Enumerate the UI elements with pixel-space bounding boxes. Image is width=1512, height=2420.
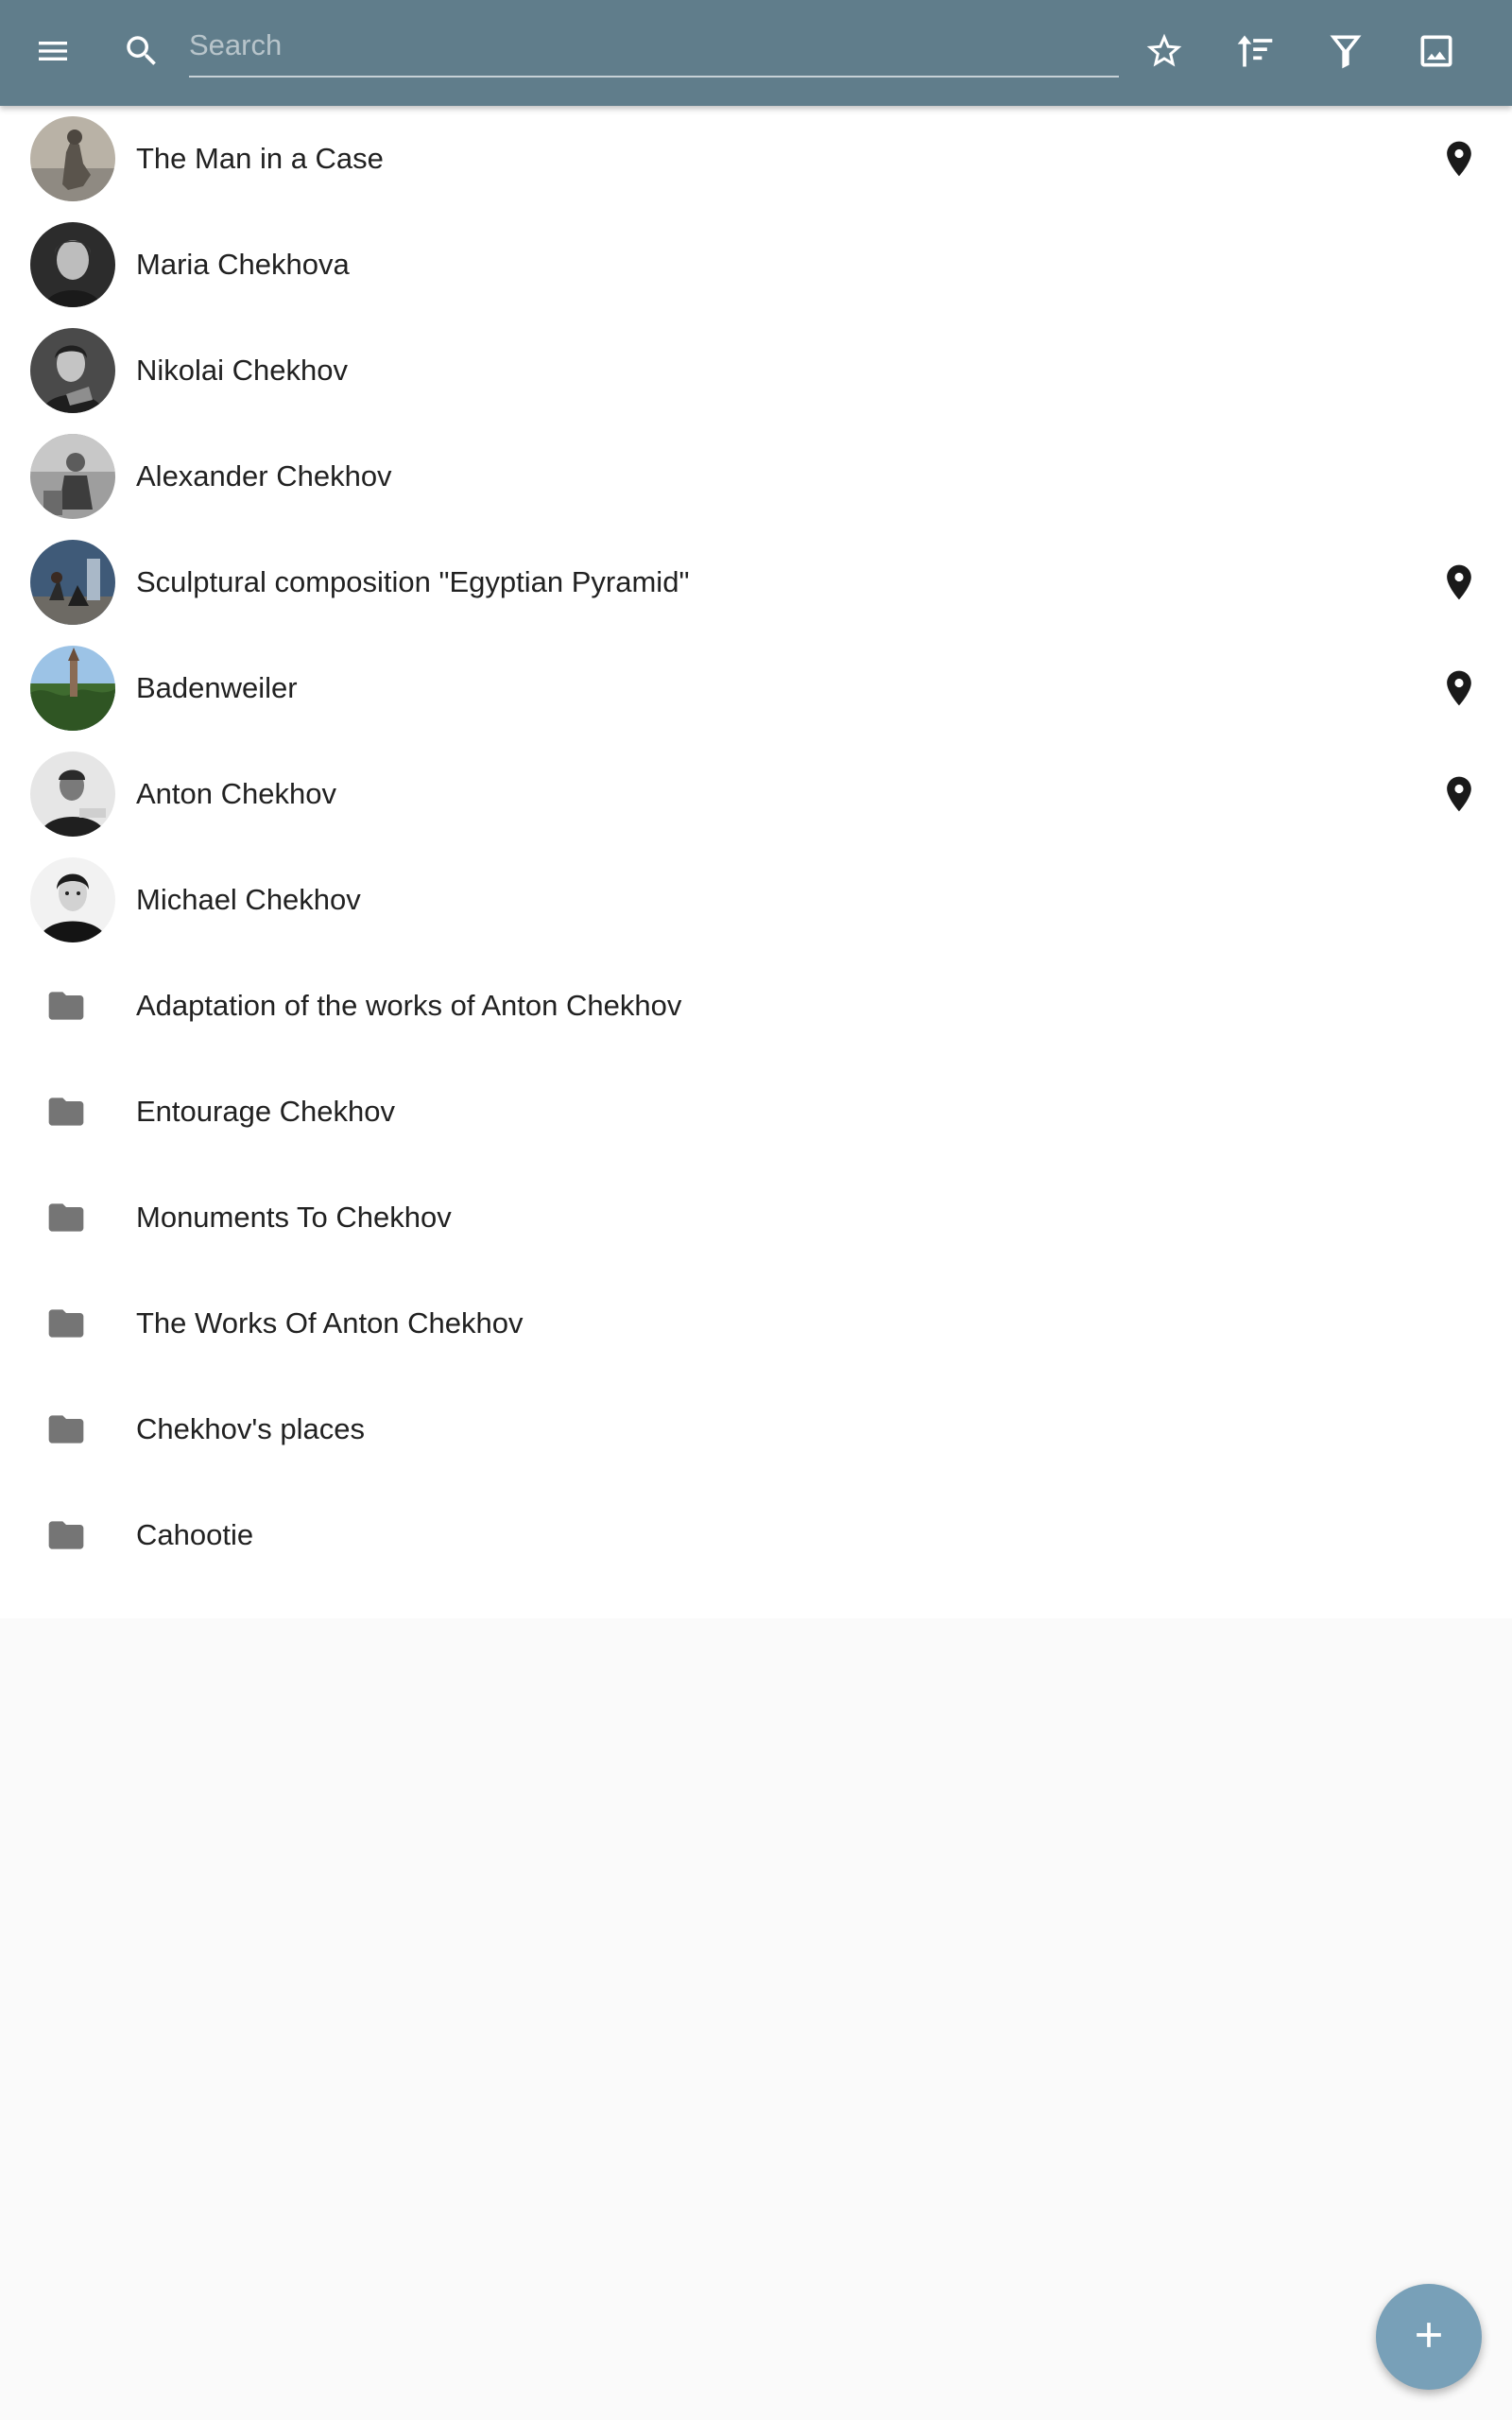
filter-icon bbox=[1325, 30, 1366, 77]
image-button[interactable] bbox=[1406, 23, 1467, 83]
avatar bbox=[30, 222, 115, 307]
item-label: Monuments To Chekhov bbox=[136, 1201, 452, 1234]
menu-icon bbox=[34, 32, 72, 75]
item-label: Entourage Chekhov bbox=[136, 1095, 396, 1128]
list-item[interactable]: Entourage Chekhov bbox=[0, 1059, 1512, 1165]
item-label: Badenweiler bbox=[136, 671, 298, 704]
image-icon bbox=[1416, 30, 1457, 77]
item-label: Sculptural composition "Egyptian Pyramid… bbox=[136, 565, 690, 598]
search-input[interactable] bbox=[189, 17, 1119, 74]
list-item[interactable]: The Man in a Case bbox=[0, 106, 1512, 212]
folder-icon bbox=[45, 1197, 87, 1238]
list-item[interactable]: The Works Of Anton Chekhov bbox=[0, 1270, 1512, 1376]
folder-icon bbox=[45, 985, 87, 1027]
item-label: Adaptation of the works of Anton Chekhov bbox=[136, 989, 682, 1022]
list-item[interactable]: Chekhov's places bbox=[0, 1376, 1512, 1482]
item-label: Alexander Chekhov bbox=[136, 459, 392, 493]
list-item[interactable]: Anton Chekhov bbox=[0, 741, 1512, 847]
sort-button[interactable] bbox=[1225, 23, 1285, 83]
add-button[interactable] bbox=[1376, 2284, 1482, 2390]
folder-icon bbox=[45, 1514, 87, 1556]
list-item[interactable]: Cahootie bbox=[0, 1482, 1512, 1588]
item-label: Maria Chekhova bbox=[136, 248, 350, 281]
app-bar bbox=[0, 0, 1512, 106]
list-item[interactable]: Alexander Chekhov bbox=[0, 424, 1512, 529]
list-item[interactable]: Adaptation of the works of Anton Chekhov bbox=[0, 953, 1512, 1059]
list-item[interactable]: Nikolai Chekhov bbox=[0, 318, 1512, 424]
list-item[interactable]: Maria Chekhova bbox=[0, 212, 1512, 318]
avatar bbox=[30, 328, 115, 413]
plus-icon bbox=[1408, 2314, 1450, 2360]
search-button[interactable] bbox=[112, 23, 172, 83]
location-pin-icon[interactable] bbox=[1438, 138, 1480, 180]
list-item[interactable]: Michael Chekhov bbox=[0, 847, 1512, 953]
avatar bbox=[30, 116, 115, 201]
avatar bbox=[30, 857, 115, 942]
filter-button[interactable] bbox=[1315, 23, 1376, 83]
folder-icon bbox=[45, 1409, 87, 1450]
folder-icon bbox=[45, 1303, 87, 1344]
location-pin-icon[interactable] bbox=[1438, 562, 1480, 603]
item-label: Michael Chekhov bbox=[136, 883, 361, 916]
search-field bbox=[189, 17, 1119, 78]
avatar bbox=[30, 434, 115, 519]
favorites-button[interactable] bbox=[1134, 23, 1194, 83]
item-label: Cahootie bbox=[136, 1518, 254, 1551]
menu-button[interactable] bbox=[23, 23, 83, 83]
location-pin-icon[interactable] bbox=[1438, 667, 1480, 709]
folder-icon bbox=[45, 1091, 87, 1132]
avatar bbox=[30, 646, 115, 731]
item-label: Chekhov's places bbox=[136, 1412, 365, 1445]
item-label: The Works Of Anton Chekhov bbox=[136, 1306, 524, 1340]
list-item[interactable]: Sculptural composition "Egyptian Pyramid… bbox=[0, 529, 1512, 635]
sort-icon bbox=[1234, 30, 1276, 77]
star-outline-icon bbox=[1143, 30, 1185, 77]
location-pin-icon[interactable] bbox=[1438, 773, 1480, 815]
item-label: Nikolai Chekhov bbox=[136, 354, 348, 387]
search-icon bbox=[122, 31, 162, 76]
avatar bbox=[30, 752, 115, 837]
list-item[interactable]: Monuments To Chekhov bbox=[0, 1165, 1512, 1270]
items-list: The Man in a Case Maria Chekhova Nikolai… bbox=[0, 106, 1512, 1618]
item-label: Anton Chekhov bbox=[136, 777, 336, 810]
avatar bbox=[30, 540, 115, 625]
list-item[interactable]: Badenweiler bbox=[0, 635, 1512, 741]
item-label: The Man in a Case bbox=[136, 142, 384, 175]
